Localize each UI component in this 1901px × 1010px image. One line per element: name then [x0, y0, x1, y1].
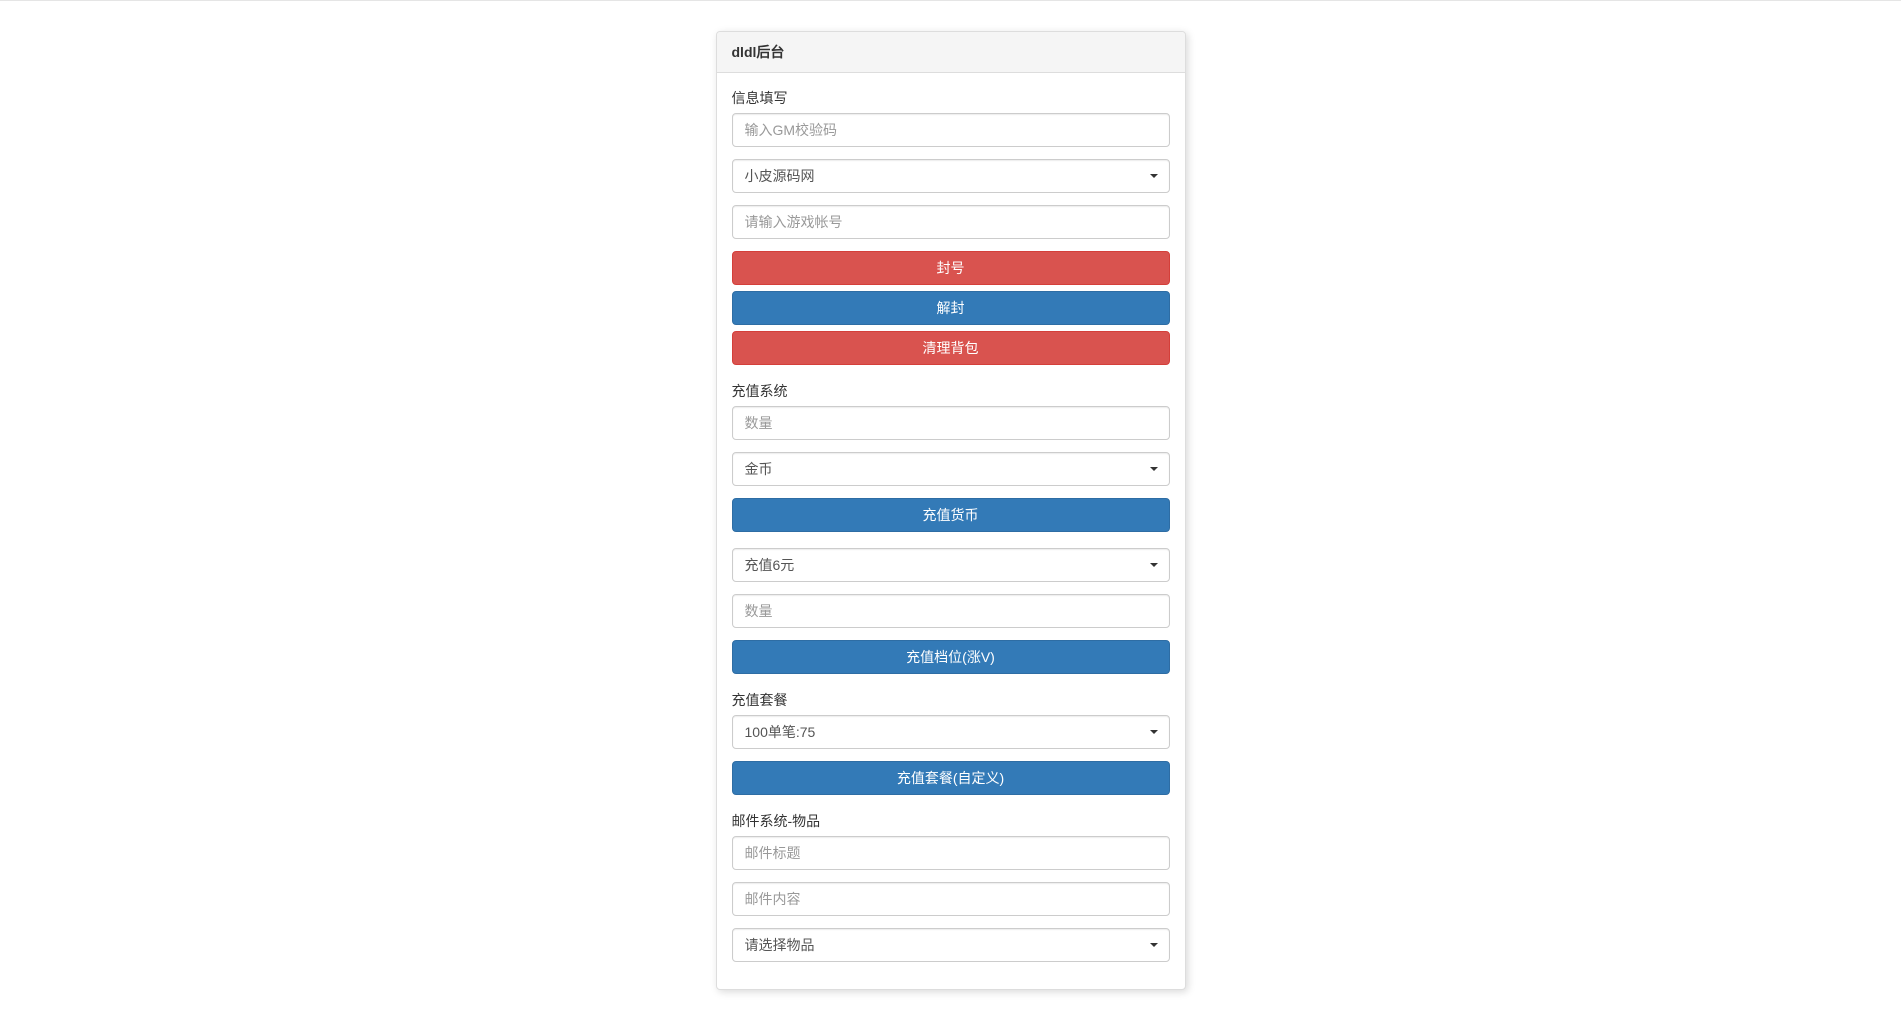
mail-title-input[interactable] [732, 836, 1170, 870]
admin-panel: dldl后台 信息填写 小皮源码网 封号 解封 清理背包 充值系统 [716, 31, 1186, 990]
recharge-quantity-input[interactable] [732, 406, 1170, 440]
recharge-package-button[interactable]: 充值套餐(自定义) [732, 761, 1170, 795]
recharge-currency-button[interactable]: 充值货币 [732, 498, 1170, 532]
top-divider [0, 0, 1901, 1]
tier-select-wrapper[interactable]: 充值6元 [732, 548, 1170, 582]
mail-item-select[interactable]: 请选择物品 [732, 928, 1170, 962]
package-select-wrapper[interactable]: 100单笔:75 [732, 715, 1170, 749]
server-select-wrapper[interactable]: 小皮源码网 [732, 159, 1170, 193]
unban-button[interactable]: 解封 [732, 291, 1170, 325]
mail-item-select-wrapper[interactable]: 请选择物品 [732, 928, 1170, 962]
main-container: dldl后台 信息填写 小皮源码网 封号 解封 清理背包 充值系统 [706, 31, 1196, 990]
panel-body: 信息填写 小皮源码网 封号 解封 清理背包 充值系统 金币 [717, 73, 1185, 989]
currency-select[interactable]: 金币 [732, 452, 1170, 486]
tier-select[interactable]: 充值6元 [732, 548, 1170, 582]
info-section-label: 信息填写 [732, 88, 1170, 108]
package-section-label: 充值套餐 [732, 690, 1170, 710]
tier-quantity-input[interactable] [732, 594, 1170, 628]
ban-button[interactable]: 封号 [732, 251, 1170, 285]
currency-select-wrapper[interactable]: 金币 [732, 452, 1170, 486]
gm-code-input[interactable] [732, 113, 1170, 147]
panel-title: dldl后台 [717, 32, 1185, 73]
clear-bag-button[interactable]: 清理背包 [732, 331, 1170, 365]
recharge-tier-button[interactable]: 充值档位(涨V) [732, 640, 1170, 674]
mail-content-input[interactable] [732, 882, 1170, 916]
server-select[interactable]: 小皮源码网 [732, 159, 1170, 193]
package-select[interactable]: 100单笔:75 [732, 715, 1170, 749]
game-account-input[interactable] [732, 205, 1170, 239]
recharge-section-label: 充值系统 [732, 381, 1170, 401]
mail-section-label: 邮件系统-物品 [732, 811, 1170, 831]
